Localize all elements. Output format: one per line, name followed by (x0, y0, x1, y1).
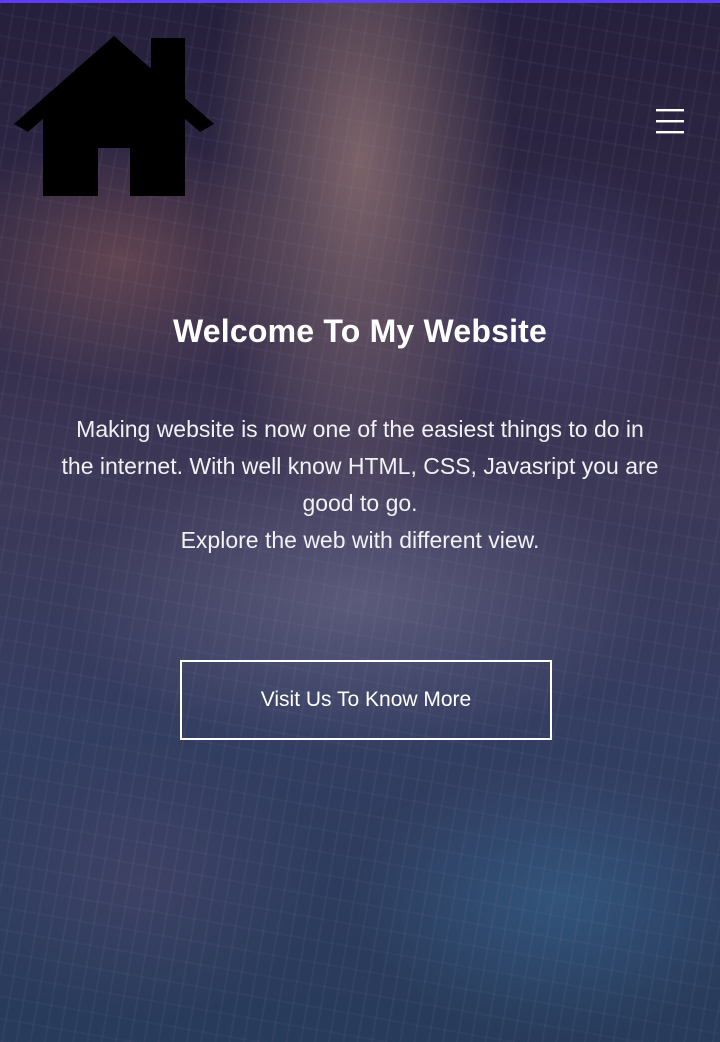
hero-paragraph-line: good to go. (302, 490, 418, 516)
page: Welcome To My Website Making website is … (0, 0, 720, 1042)
home-icon[interactable] (14, 36, 214, 198)
hamburger-menu-icon[interactable] (650, 104, 690, 138)
visit-us-button[interactable]: Visit Us To Know More (180, 660, 552, 740)
top-accent-bar (0, 0, 720, 3)
hero-paragraph-line: the internet. With well know HTML, CSS, … (61, 453, 659, 479)
hero-title: Welcome To My Website (172, 313, 548, 349)
hero-paragraph: Making website is now one of the easiest… (50, 411, 670, 559)
hero-paragraph-line: Explore the web with different view. (180, 527, 540, 553)
hero-paragraph-line: Making website is now one of the easiest… (76, 416, 644, 442)
